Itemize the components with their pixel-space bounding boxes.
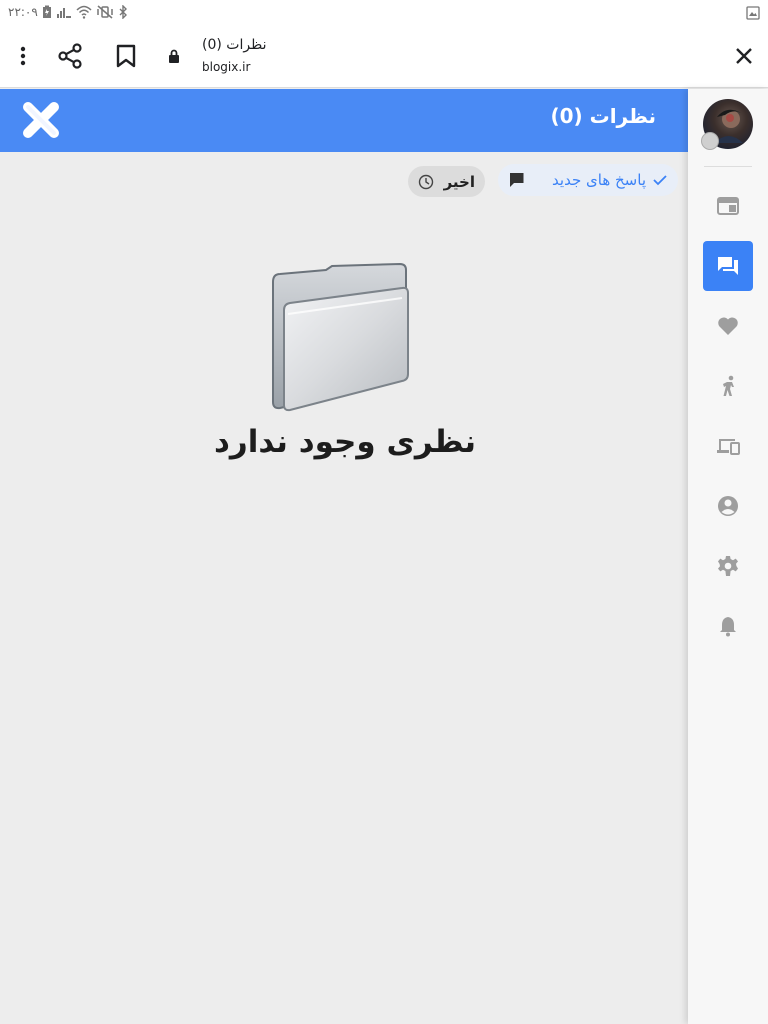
sidebar-item-comments[interactable] (703, 241, 753, 291)
person-run-icon (723, 375, 734, 396)
heart-icon (718, 317, 738, 335)
status-bar: ۲۲:۰۹ (0, 0, 768, 24)
notifications-icon (720, 617, 736, 637)
status-icons: ۲۲:۰۹ (8, 3, 128, 21)
more-vert-icon[interactable] (8, 24, 38, 88)
filter-new-replies-chip[interactable]: پاسخ های جدید (498, 164, 678, 196)
vibrate-off-icon (97, 5, 113, 19)
sidebar-item-likes[interactable] (703, 301, 753, 351)
lock-icon (162, 24, 186, 88)
page-title: نظرات (0) (202, 37, 267, 53)
wifi-icon (76, 5, 92, 19)
settings-icon (718, 556, 738, 576)
bluetooth-icon (119, 5, 127, 19)
bookmark-icon[interactable] (108, 24, 144, 88)
sidebar-item-devices[interactable] (703, 421, 753, 471)
sidebar-divider (704, 166, 752, 167)
filter-new-replies-label: پاسخ های جدید (552, 171, 646, 189)
sidebar-item-web[interactable] (703, 181, 753, 231)
sidebar-item-profile[interactable] (703, 481, 753, 531)
sidebar-item-activity[interactable] (703, 361, 753, 411)
empty-state-message: نظری وجود ندارد (213, 424, 476, 460)
status-time: ۲۲:۰۹ (8, 5, 38, 19)
battery-icon (42, 5, 51, 18)
filter-recent-chip[interactable]: اخیر (408, 166, 485, 197)
close-icon[interactable] (728, 24, 760, 88)
account-circle-icon (718, 496, 738, 516)
close-panel-icon[interactable] (22, 101, 60, 139)
signal-icon (56, 8, 71, 18)
avatar-badge (701, 132, 719, 150)
comment-icon (510, 173, 524, 187)
devices-icon (717, 439, 740, 455)
sidebar-item-notifications[interactable] (703, 601, 753, 651)
sidebar-item-settings[interactable] (703, 541, 753, 591)
clock-icon (418, 174, 434, 189)
filter-recent-label: اخیر (443, 172, 475, 191)
browser-toolbar: نظرات (0) blogix.ir (0, 24, 768, 88)
screenshot-icon (746, 5, 760, 24)
empty-folder-icon (268, 262, 414, 414)
right-sidebar (688, 89, 768, 1024)
share-icon[interactable] (50, 24, 90, 88)
check-icon (653, 175, 667, 186)
comments-header: نظرات (0) (0, 89, 688, 152)
page-url[interactable]: blogix.ir (202, 60, 250, 74)
web-icon (717, 197, 739, 215)
comments-title: نظرات (0) (550, 104, 656, 128)
forum-icon (718, 257, 738, 275)
